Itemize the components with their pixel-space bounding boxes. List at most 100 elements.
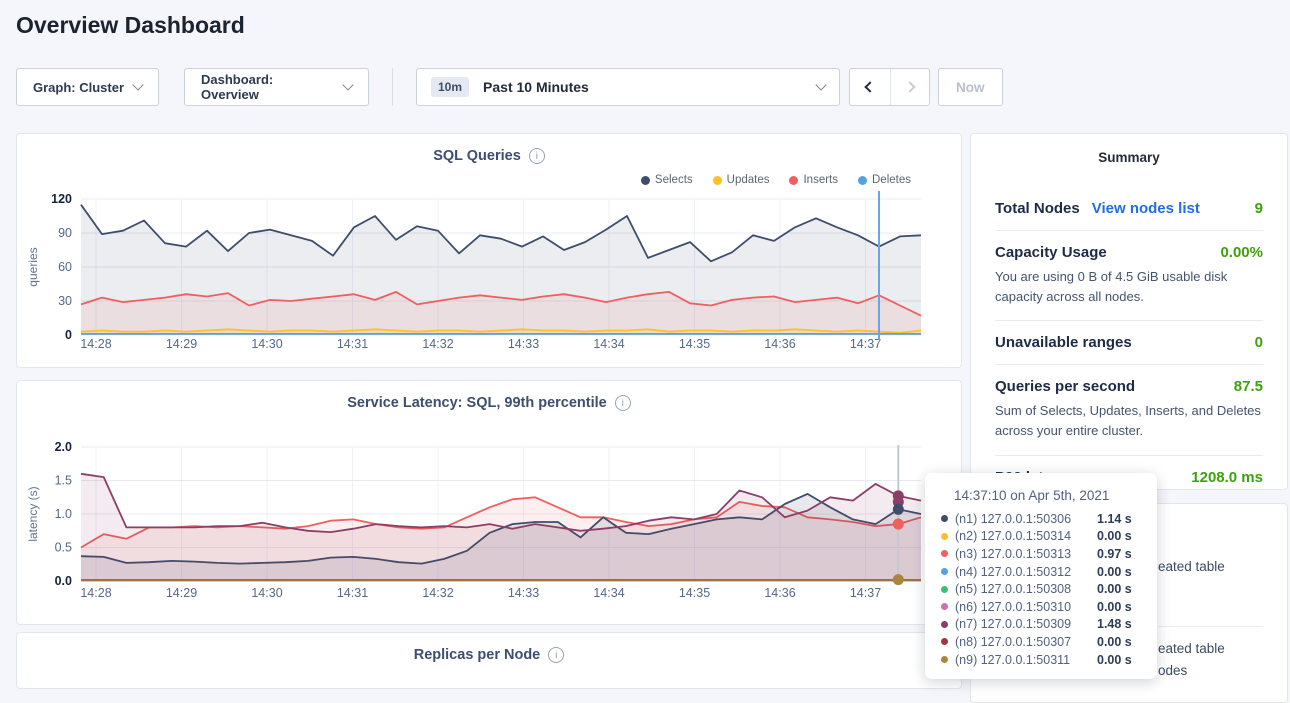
node-color-dot-icon: [941, 586, 948, 593]
node-latency-value: 0.00 s: [1097, 582, 1132, 596]
x-tick-label: 14:34: [593, 337, 624, 351]
tooltip-node-row: (n6) 127.0.0.1:503100.00 s: [939, 598, 1145, 616]
x-tick-label: 14:36: [764, 337, 795, 351]
node-latency-value: 1.14 s: [1097, 512, 1132, 526]
y-axis-title: latency (s): [26, 486, 40, 541]
capacity-usage-description: You are using 0 B of 4.5 GiB usable disk…: [995, 267, 1263, 307]
dashboard-dropdown[interactable]: Dashboard: Overview: [184, 68, 369, 106]
total-nodes-label: Total Nodes: [995, 200, 1080, 217]
unavailable-ranges-label: Unavailable ranges: [995, 334, 1132, 351]
node-address: (n6) 127.0.0.1:50310: [955, 600, 1097, 614]
chart-title-row: Replicas per Node i: [17, 647, 961, 663]
hover-dot: [893, 519, 904, 530]
chevron-down-icon: [815, 79, 826, 90]
node-address: (n7) 127.0.0.1:50309: [955, 617, 1097, 631]
now-button[interactable]: Now: [938, 68, 1003, 106]
capacity-usage-label: Capacity Usage: [995, 244, 1107, 261]
node-address: (n9) 127.0.0.1:50311: [955, 653, 1097, 667]
y-tick-label: 0.5: [55, 541, 72, 555]
node-latency-value: 0.97 s: [1097, 547, 1132, 561]
node-color-dot-icon: [941, 568, 948, 575]
x-tick-label: 14:37: [850, 337, 881, 351]
x-tick-label: 14:34: [593, 586, 624, 600]
node-address: (n2) 127.0.0.1:50314: [955, 529, 1097, 543]
sql-queries-chart-card: SQL Queries i SelectsUpdatesInsertsDelet…: [16, 133, 962, 368]
service-latency-chart[interactable]: 14:2814:2914:3014:3114:3214:3314:3414:35…: [17, 381, 963, 626]
node-address: (n5) 127.0.0.1:50308: [955, 582, 1097, 596]
tooltip-node-row: (n3) 127.0.0.1:503130.97 s: [939, 545, 1145, 563]
node-address: (n4) 127.0.0.1:50312: [955, 565, 1097, 579]
replicas-per-node-chart-card: Replicas per Node i: [16, 632, 962, 689]
x-tick-label: 14:33: [508, 337, 539, 351]
time-range-label: Past 10 Minutes: [483, 79, 817, 95]
node-color-dot-icon: [941, 603, 948, 610]
node-address: (n3) 127.0.0.1:50313: [955, 547, 1097, 561]
node-latency-value: 0.00 s: [1097, 529, 1132, 543]
node-latency-value: 0.00 s: [1097, 653, 1132, 667]
overview-dashboard-page: Overview Dashboard Graph: Cluster Dashbo…: [0, 0, 1290, 689]
y-tick-label: 0: [65, 328, 72, 342]
tooltip-node-row: (n7) 127.0.0.1:503091.48 s: [939, 616, 1145, 634]
tooltip-node-row: (n4) 127.0.0.1:503120.00 s: [939, 563, 1145, 581]
chevron-down-icon: [342, 79, 353, 90]
node-latency-value: 1.48 s: [1097, 617, 1132, 631]
y-tick-label: 60: [58, 260, 72, 274]
chevron-right-icon: [904, 81, 915, 92]
view-nodes-list-link[interactable]: View nodes list: [1092, 200, 1200, 217]
y-axis-title: queries: [26, 247, 40, 286]
tooltip-node-row: (n1) 127.0.0.1:503061.14 s: [939, 510, 1145, 528]
info-icon[interactable]: i: [548, 647, 564, 663]
x-tick-label: 14:29: [166, 337, 197, 351]
queries-per-second-description: Sum of Selects, Updates, Inserts, and De…: [995, 401, 1263, 441]
x-tick-label: 14:31: [337, 337, 368, 351]
chart-hover-tooltip: 14:37:10 on Apr 5th, 2021 (n1) 127.0.0.1…: [925, 473, 1157, 679]
graph-dropdown[interactable]: Graph: Cluster: [16, 68, 159, 106]
total-nodes-value: 9: [1255, 200, 1263, 217]
x-tick-label: 14:32: [422, 586, 453, 600]
x-tick-label: 14:28: [80, 586, 111, 600]
service-latency-chart-card: Service Latency: SQL, 99th percentile i …: [16, 380, 962, 625]
p99-latency-value: 1208.0 ms: [1191, 469, 1263, 486]
event-item-fragment: eated table: [1158, 641, 1225, 656]
y-tick-label: 1.0: [55, 507, 72, 521]
tooltip-timestamp: 14:37:10 on Apr 5th, 2021: [954, 488, 1145, 503]
node-color-dot-icon: [941, 533, 948, 540]
x-tick-label: 14:36: [764, 586, 795, 600]
summary-row-unavailable-ranges: Unavailable ranges 0: [995, 320, 1263, 364]
x-tick-label: 14:35: [679, 337, 710, 351]
tooltip-rows: (n1) 127.0.0.1:503061.14 s(n2) 127.0.0.1…: [939, 510, 1145, 668]
summary-row-capacity: Capacity Usage 0.00% You are using 0 B o…: [995, 230, 1263, 320]
x-tick-label: 14:31: [337, 586, 368, 600]
node-latency-value: 0.00 s: [1097, 635, 1132, 649]
tooltip-node-row: (n5) 127.0.0.1:503080.00 s: [939, 580, 1145, 598]
node-latency-value: 0.00 s: [1097, 600, 1132, 614]
node-latency-value: 0.00 s: [1097, 565, 1132, 579]
node-color-dot-icon: [941, 515, 948, 522]
y-tick-label: 30: [58, 294, 72, 308]
time-range-picker[interactable]: 10m Past 10 Minutes: [416, 68, 840, 106]
graph-dropdown-label: Graph: Cluster: [33, 80, 124, 95]
queries-per-second-value: 87.5: [1234, 378, 1263, 395]
x-tick-label: 14:30: [251, 586, 282, 600]
next-range-button[interactable]: [890, 69, 930, 105]
y-tick-label: 0.0: [55, 574, 72, 588]
tooltip-node-row: (n2) 127.0.0.1:503140.00 s: [939, 528, 1145, 546]
y-tick-label: 90: [58, 226, 72, 240]
prev-range-button[interactable]: [850, 69, 890, 105]
replicas-per-node-chart-title: Replicas per Node: [414, 647, 541, 663]
sql-queries-chart[interactable]: 14:2814:2914:3014:3114:3214:3314:3414:35…: [17, 134, 963, 369]
queries-per-second-label: Queries per second: [995, 378, 1135, 395]
node-color-dot-icon: [941, 550, 948, 557]
event-item-fragment: eated table: [1158, 559, 1225, 574]
chevron-left-icon: [864, 81, 875, 92]
time-range-badge: 10m: [431, 77, 469, 97]
node-address: (n8) 127.0.0.1:50307: [955, 635, 1097, 649]
event-item-fragment: odes: [1158, 663, 1187, 678]
y-tick-label: 2.0: [55, 440, 72, 454]
node-color-dot-icon: [941, 656, 948, 663]
chevron-down-icon: [132, 79, 143, 90]
x-tick-label: 14:32: [422, 337, 453, 351]
summary-row-total-nodes: Total Nodes View nodes list 9: [995, 187, 1263, 230]
hover-dot: [893, 504, 904, 515]
toolbar-divider: [392, 68, 393, 106]
